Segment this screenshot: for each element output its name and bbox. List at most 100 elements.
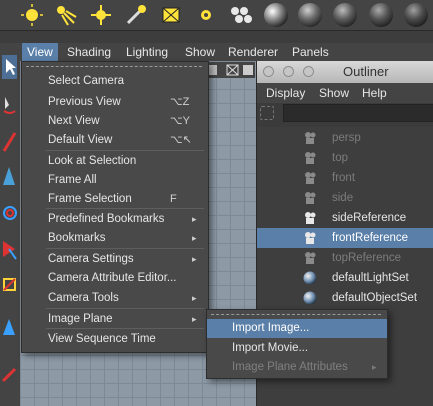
view-menu-item-frame-selection[interactable]: Frame Selection F [22, 189, 208, 209]
object-set-icon [303, 291, 317, 305]
close-window-button[interactable] [263, 66, 274, 77]
outliner-menu-show[interactable]: Show [319, 83, 349, 103]
tear-off-line[interactable] [211, 314, 381, 315]
directional-light-icon[interactable] [18, 2, 46, 28]
camera-icon [303, 251, 317, 265]
outliner-item-label: defaultObjectSet [332, 292, 418, 304]
menu-item-label: Frame All [48, 174, 97, 186]
outliner-search-input[interactable] [283, 104, 433, 122]
menu-item-label: Import Image... [232, 322, 310, 334]
filter-icon[interactable] [260, 106, 274, 120]
soft-mod-tool-icon[interactable] [1, 313, 18, 343]
tear-off-line[interactable] [26, 66, 202, 67]
zoom-window-button[interactable] [303, 66, 314, 77]
menu-shading[interactable]: Shading [62, 43, 116, 61]
view-menu-item-select-camera[interactable]: Select Camera [22, 71, 208, 91]
view-menu-item-next-view[interactable]: Next View ⌥Y [22, 111, 208, 131]
ambient-light-icon[interactable] [192, 2, 220, 28]
outliner-item-label: side [332, 192, 354, 204]
menu-renderer[interactable]: Renderer [223, 43, 283, 61]
view-menu-item-camera-attribute-editor[interactable]: Camera Attribute Editor... [22, 268, 208, 288]
menu-item-label: Predefined Bookmarks [48, 213, 165, 225]
lasso-tool-icon[interactable] [1, 91, 18, 121]
outliner-item-label: topReference [332, 252, 402, 264]
outliner-menu-bar: Display Show Help [257, 83, 433, 103]
outliner-item-label: front [332, 172, 356, 184]
camera-icon [303, 211, 317, 225]
menu-show[interactable]: Show [180, 43, 220, 61]
view-menu-item-predefined-bookmarks[interactable]: Predefined Bookmarks ▸ [22, 209, 208, 229]
minimize-window-button[interactable] [283, 66, 294, 77]
material-sphere-icon[interactable] [402, 2, 430, 28]
view-menu-item-bookmarks[interactable]: Bookmarks ▸ [22, 228, 208, 248]
view-menu-item-camera-tools[interactable]: Camera Tools ▸ [22, 288, 208, 308]
view-menu-item-camera-settings[interactable]: Camera Settings ▸ [22, 249, 208, 269]
menu-item-label: Image Plane Attributes [232, 361, 348, 373]
view-menu-dropdown: Select Camera Previous View ⌥Z Next View ⌥Y D… [21, 61, 209, 353]
select-tool-icon[interactable] [1, 53, 18, 83]
menu-item-label: Camera Tools [48, 292, 119, 304]
image-plane-item-image-plane-attributes: Image Plane Attributes ▸ [207, 358, 387, 377]
menu-item-shortcut: ⌥↖ [170, 134, 192, 146]
outliner-item-front[interactable]: front [257, 168, 433, 188]
menu-item-label: Previous View [48, 96, 121, 108]
material-sphere-icon[interactable] [367, 2, 395, 28]
material-sphere-icon[interactable] [331, 2, 359, 28]
view-menu-item-image-plane[interactable]: Image Plane ▸ [22, 309, 208, 329]
menu-item-label: Camera Settings [48, 253, 134, 265]
spot-light-icon[interactable] [52, 2, 80, 28]
toolbox [0, 43, 21, 406]
image-plane-item-import-movie[interactable]: Import Movie... [207, 339, 387, 358]
menu-panels[interactable]: Panels [287, 43, 334, 61]
submenu-arrow-icon: ▸ [192, 254, 197, 264]
view-menu-item-default-view[interactable]: Default View ⌥↖ [22, 130, 208, 150]
object-set-icon [303, 271, 317, 285]
view-menu-item-view-sequence-time[interactable]: View Sequence Time [22, 329, 208, 349]
show-manipulator-icon[interactable] [1, 361, 18, 391]
outliner-item-defaultlightset[interactable]: defaultLightSet [257, 268, 433, 288]
menu-item-shortcut: ⌥Y [170, 115, 191, 127]
scale-tool-icon[interactable] [1, 235, 18, 265]
move-tool-icon[interactable] [1, 163, 18, 193]
menu-item-label: Image Plane [48, 313, 113, 325]
universal-manipulator-icon[interactable] [1, 271, 18, 301]
menu-item-label: Import Movie... [232, 342, 309, 354]
volume-light-icon[interactable] [157, 2, 185, 28]
outliner-menu-help[interactable]: Help [362, 83, 387, 103]
view-menu-item-frame-all[interactable]: Frame All [22, 170, 208, 190]
submenu-arrow-icon: ▸ [372, 362, 377, 372]
outliner-item-defaultobjectset[interactable]: defaultObjectSet [257, 288, 433, 308]
menu-item-label: Camera Attribute Editor... [48, 272, 177, 284]
outliner-item-label: top [332, 152, 348, 164]
menu-view[interactable]: View [22, 43, 58, 61]
view-menu-item-look-at-selection[interactable]: Look at Selection [22, 151, 208, 171]
panel-menu-bar: View Shading Lighting Show Renderer Pane… [20, 43, 433, 61]
point-light-icon[interactable] [87, 2, 115, 28]
submenu-arrow-icon: ▸ [192, 233, 197, 243]
outliner-menu-display[interactable]: Display [266, 83, 305, 103]
paint-select-tool-icon[interactable] [1, 127, 18, 157]
area-light-icon[interactable] [122, 2, 150, 28]
material-sphere-icon[interactable] [296, 2, 324, 28]
outliner-item-label: persp [332, 132, 361, 144]
outliner-item-topreference[interactable]: topReference [257, 248, 433, 268]
menu-lighting[interactable]: Lighting [121, 43, 173, 61]
menu-item-label: Next View [48, 115, 100, 127]
menu-item-label: Select Camera [48, 75, 125, 87]
outliner-title-bar[interactable]: Outliner [257, 61, 433, 83]
outliner-item-side[interactable]: side [257, 188, 433, 208]
material-sphere-icon[interactable] [262, 2, 290, 28]
image-plane-item-import-image[interactable]: Import Image... [207, 319, 387, 338]
submenu-arrow-icon: ▸ [192, 314, 197, 324]
submenu-arrow-icon: ▸ [192, 214, 197, 224]
outliner-item-top[interactable]: top [257, 148, 433, 168]
menu-item-shortcut: ⌥Z [170, 96, 190, 108]
status-bar [0, 31, 433, 43]
rotate-tool-icon[interactable] [1, 199, 18, 229]
window-title: Outliner [343, 64, 389, 79]
outliner-item-sidereference[interactable]: sideReference [257, 208, 433, 228]
view-menu-item-previous-view[interactable]: Previous View ⌥Z [22, 92, 208, 112]
lights-group-icon[interactable] [226, 2, 254, 28]
outliner-item-persp[interactable]: persp [257, 128, 433, 148]
outliner-item-frontreference[interactable]: frontReference [257, 228, 433, 248]
